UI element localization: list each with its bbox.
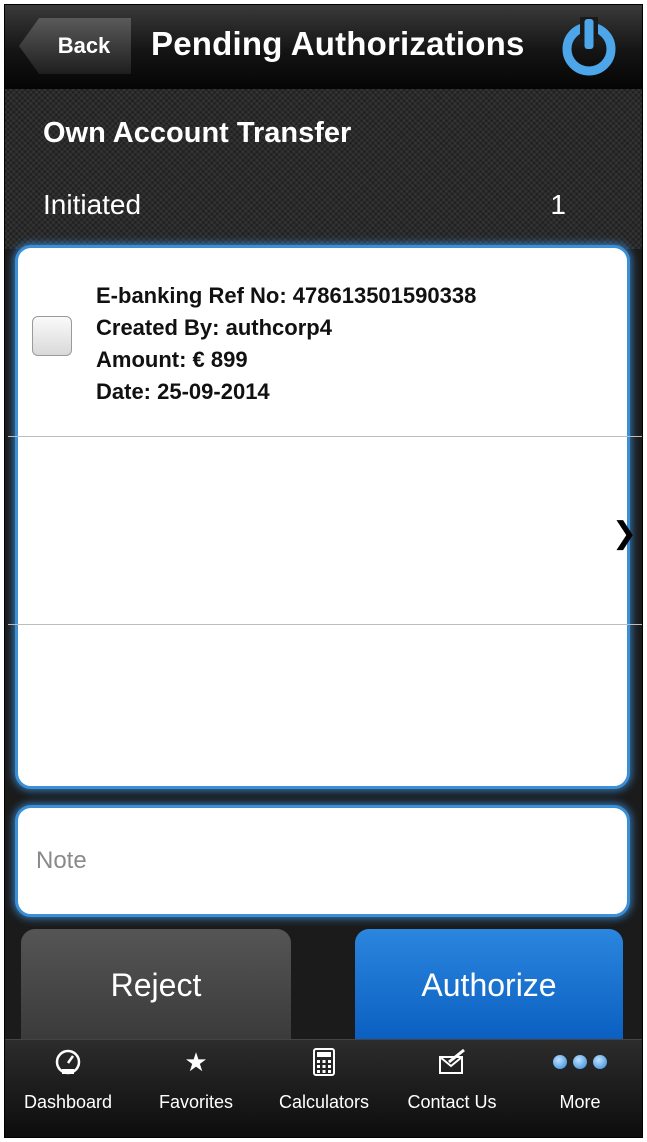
tab-favorites[interactable]: ★ Favorites — [133, 1040, 259, 1137]
tab-bar: Dashboard ★ Favorites Calculators Contac… — [5, 1039, 642, 1137]
list-item-details: E-banking Ref No: 478613501590338 Create… — [96, 280, 476, 408]
tab-label: Contact Us — [407, 1092, 497, 1112]
star-icon: ★ — [184, 1046, 208, 1077]
reject-button-label: Reject — [110, 966, 202, 1003]
section-title: Own Account Transfer — [43, 117, 352, 149]
tab-more[interactable]: More — [517, 1040, 642, 1137]
reject-button[interactable]: Reject — [21, 929, 291, 1041]
section-header: Own Account Transfer Initiated 1 — [5, 89, 642, 249]
ref-number: E-banking Ref No: 478613501590338 — [96, 283, 477, 308]
contact-mail-icon — [389, 1042, 515, 1082]
tab-dashboard[interactable]: Dashboard — [5, 1040, 131, 1137]
select-checkbox[interactable] — [32, 316, 72, 356]
authorize-button-label: Authorize — [421, 966, 557, 1003]
calculator-icon — [261, 1042, 387, 1082]
dashboard-gauge-icon — [5, 1042, 131, 1082]
list-item[interactable]: ❯ — [18, 436, 637, 624]
created-by: Created By: authcorp4 — [96, 315, 332, 340]
date: Date: 25-09-2014 — [96, 379, 270, 404]
page-title: Pending Authorizations — [151, 25, 525, 62]
tab-label: Dashboard — [23, 1092, 113, 1112]
tab-contact-us[interactable]: Contact Us — [389, 1040, 515, 1137]
authorize-button[interactable]: Authorize — [355, 929, 623, 1041]
power-icon[interactable] — [557, 15, 621, 79]
note-field[interactable] — [15, 805, 630, 917]
back-button[interactable]: Back — [19, 18, 131, 74]
list-item[interactable] — [18, 624, 627, 786]
authorization-list: E-banking Ref No: 478613501590338 Create… — [8, 245, 642, 789]
status-label: Initiated — [43, 189, 142, 220]
status-count: 1 — [550, 189, 566, 220]
back-button-label: Back — [57, 33, 111, 58]
chevron-right-icon[interactable]: ❯ — [612, 516, 637, 551]
tab-calculators[interactable]: Calculators — [261, 1040, 387, 1137]
tab-label: More — [559, 1092, 601, 1112]
header-bar: Back Pending Authorizations — [5, 5, 642, 90]
tab-label: Favorites — [158, 1092, 234, 1112]
app-frame: Back Pending Authorizations Own Account … — [4, 4, 643, 1138]
amount: Amount: € 899 — [96, 347, 248, 372]
more-dots-icon — [517, 1042, 642, 1082]
list-item[interactable]: E-banking Ref No: 478613501590338 Create… — [18, 248, 627, 436]
tab-label: Calculators — [278, 1092, 370, 1112]
